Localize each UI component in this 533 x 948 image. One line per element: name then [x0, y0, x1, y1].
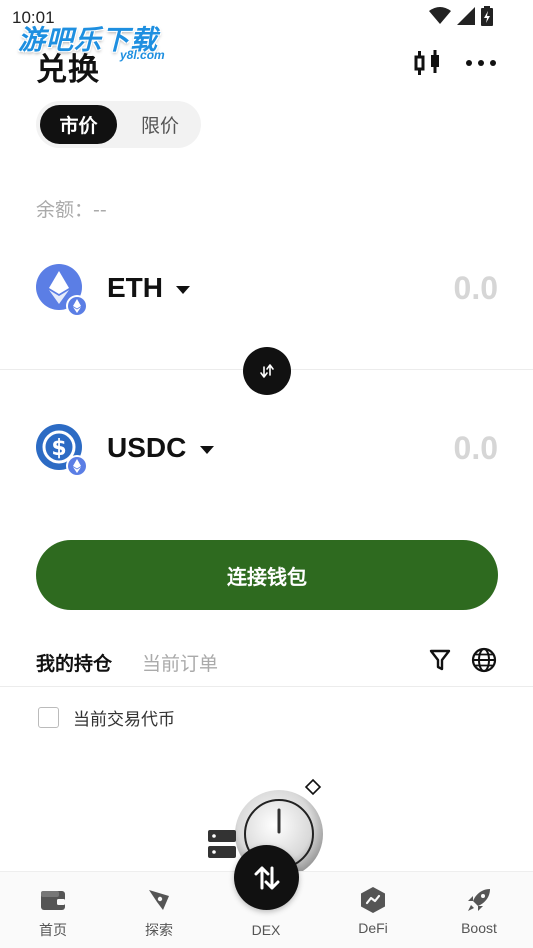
swap-direction-button[interactable] [243, 347, 291, 395]
signal-icon [457, 7, 475, 25]
defi-icon [359, 886, 387, 914]
to-token-dropdown-icon[interactable] [200, 446, 214, 454]
nav-label-boost: Boost [461, 920, 497, 936]
from-token-row: ETH 0.0 [36, 262, 498, 322]
eth-icon[interactable] [36, 264, 90, 318]
tab-current-orders[interactable]: 当前订单 [142, 649, 218, 676]
dex-swap-button[interactable] [234, 845, 299, 910]
candlestick-chart-icon[interactable] [413, 48, 443, 78]
current-token-filter[interactable]: 当前交易代币 [38, 705, 175, 730]
rocket-icon [465, 886, 493, 914]
globe-icon[interactable] [471, 647, 497, 673]
balance-label: 余额：-- [36, 199, 107, 221]
to-amount-input[interactable]: 0.0 [454, 430, 498, 467]
usdc-icon[interactable]: $ [36, 424, 90, 478]
nav-item-explore[interactable]: 探索 [106, 872, 212, 948]
nav-label-dex: DEX [251, 922, 281, 938]
nav-item-defi[interactable]: DeFi [320, 872, 426, 948]
nav-item-boost[interactable]: Boost [426, 872, 532, 948]
tab-limit-order[interactable]: 限价 [122, 105, 198, 144]
battery-icon [481, 6, 493, 26]
tab-market-order[interactable]: 市价 [40, 105, 117, 144]
list-actions [429, 647, 497, 673]
svg-text:$: $ [51, 436, 66, 461]
current-token-checkbox-label: 当前交易代币 [73, 710, 175, 730]
from-token-symbol[interactable]: ETH [107, 272, 163, 304]
swap-vertical-icon [254, 866, 279, 889]
order-type-toggle: 市价 限价 [36, 101, 201, 148]
compass-icon [145, 886, 173, 914]
tab-my-positions[interactable]: 我的持仓 [36, 649, 112, 676]
more-options-icon[interactable] [465, 59, 497, 67]
divider [0, 686, 533, 687]
swap-arrows-icon [260, 364, 274, 378]
status-icons [429, 6, 493, 26]
wallet-icon [39, 886, 67, 914]
nav-item-home[interactable]: 首页 [0, 872, 106, 948]
filter-icon[interactable] [429, 648, 451, 672]
connect-wallet-button[interactable]: 连接钱包 [36, 540, 498, 610]
to-token-row: $ USDC 0.0 [36, 422, 498, 482]
wifi-icon [429, 7, 451, 24]
to-token-symbol[interactable]: USDC [107, 432, 186, 464]
watermark-sub-text: y8l.com [120, 48, 165, 62]
page-title: 兑换 [36, 52, 100, 88]
nav-label-home: 首页 [39, 922, 67, 938]
from-amount-input[interactable]: 0.0 [454, 270, 498, 307]
nav-label-explore: 探索 [145, 922, 173, 938]
nav-label-defi: DeFi [358, 920, 388, 936]
header-actions [413, 48, 497, 78]
from-token-dropdown-icon[interactable] [176, 286, 190, 294]
current-token-checkbox[interactable] [38, 707, 59, 728]
